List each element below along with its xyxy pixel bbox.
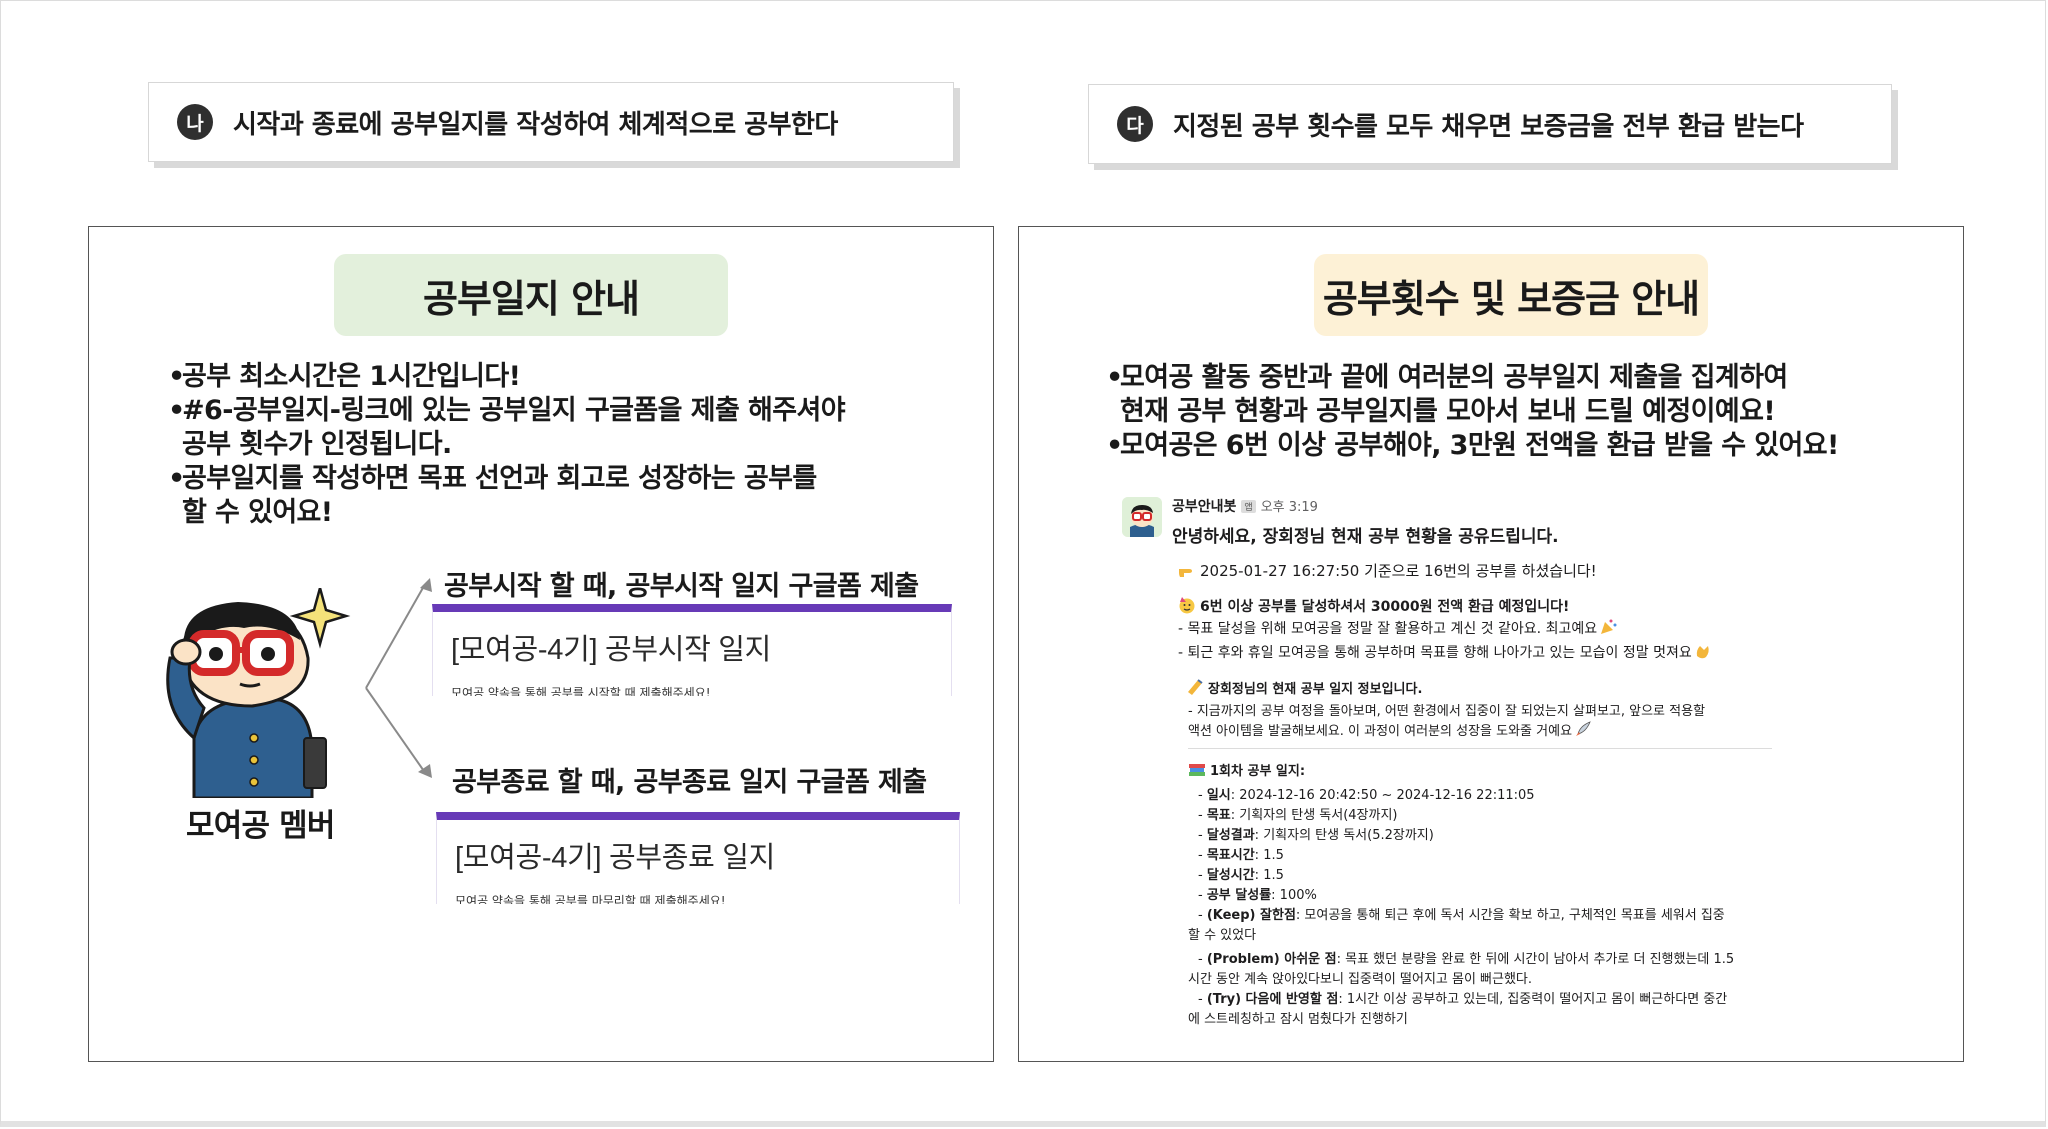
log-problem: - (Problem) 아쉬운 점: 목표 했던 분량을 완료 한 뒤에 시간이… xyxy=(1198,952,1735,967)
books-icon xyxy=(1188,760,1206,778)
log-problem-cont: 시간 동안 계속 앉아있다보니 집중력이 떨어지고 몸이 뻐근했다. xyxy=(1188,972,1533,987)
start-form-title: [모여공-4기] 공부시작 일지 xyxy=(451,634,772,666)
bullet-growth: 공부일지를 작성하면 목표 선언과 회고로 성장하는 공부를 xyxy=(168,462,845,496)
app-tag: 앱 xyxy=(1241,500,1256,513)
pointing-hand-icon xyxy=(1178,561,1196,579)
count-deposit-bullets: 모여공 활동 중반과 끝에 여러분의 공부일지 제출을 집계하여 현재 공부 현… xyxy=(1106,361,1839,463)
message-header: 공부안내봇 앱 오후 3:19 xyxy=(1172,496,1318,516)
log-title: 1회차 공부 일지: xyxy=(1188,760,1305,779)
bullet-min-time: 공부 최소시간은 1시간입니다! xyxy=(168,360,845,394)
writing-hand-icon xyxy=(1186,678,1204,696)
bullet-aggregate-cont: 현재 공부 현황과 공부일지를 모아서 보내 드릴 예정이예요! xyxy=(1120,396,1776,427)
bullet-google-form-cont: 공부 횟수가 인정됩니다. xyxy=(182,429,452,460)
count-line: 2025-01-27 16:27:50 기준으로 16번의 공부를 하셨습니다! xyxy=(1178,560,1597,581)
info-title: 장회정님의 현재 공부 일지 정보입니다. xyxy=(1186,678,1422,697)
log-date: - 일시: 2024-12-16 20:42:50 ~ 2024-12-16 2… xyxy=(1198,788,1535,803)
log-try: - (Try) 다음에 반영할 점: 1시간 이상 공부하고 있는데, 집중력이… xyxy=(1198,992,1728,1007)
log-result: - 달성결과: 기획자의 탄생 독서(5.2장까지) xyxy=(1198,828,1434,843)
rocket-icon xyxy=(1574,720,1592,738)
banner-text-na: 시작과 종료에 공부일지를 작성하여 체계적으로 공부한다 xyxy=(233,109,838,140)
study-log-title: 공부일지 안내 xyxy=(334,254,728,336)
badge-da: 다 xyxy=(1117,106,1153,142)
end-form-caption: 공부종료 할 때, 공부종료 일지 구글폼 제출 xyxy=(452,767,927,798)
bullet-aggregate: 모여공 활동 중반과 끝에 여러분의 공부일지 제출을 집계하여 xyxy=(1106,361,1839,395)
start-form-caption: 공부시작 할 때, 공부시작 일지 구글폼 제출 xyxy=(444,571,919,602)
bullet-google-form: #6-공부일지-링크에 있는 공부일지 구글폼을 제출 해주셔야 xyxy=(168,394,846,428)
log-keep-cont: 할 수 있었다 xyxy=(1188,928,1257,943)
party-face-icon xyxy=(1178,596,1196,614)
log-done-time: - 달성시간: 1.5 xyxy=(1198,868,1284,883)
start-form-card[interactable]: [모여공-4기] 공부시작 일지 모여공 약속을 통해 공부를 시작할 때 제출… xyxy=(432,604,952,696)
praise-line-2: - 퇴근 후와 휴일 모여공을 통해 공부하며 목표를 향해 나아가고 있는 모… xyxy=(1178,642,1716,662)
end-form-title: [모여공-4기] 공부종료 일지 xyxy=(455,842,776,874)
mascot-illustration xyxy=(166,588,351,798)
bullet-growth-cont: 할 수 있어요! xyxy=(182,497,333,528)
count-deposit-title: 공부횟수 및 보증금 안내 xyxy=(1314,254,1708,336)
refund-line: 6번 이상 공부를 달성하셔서 30000원 전액 환급 예정입니다! xyxy=(1178,596,1569,616)
section-banner-na: 나 시작과 종료에 공부일지를 작성하여 체계적으로 공부한다 xyxy=(148,82,954,162)
end-form-desc: 모여공 약속을 통해 공부를 마무리할 때 제출해주세요! xyxy=(455,894,726,904)
start-form-desc: 모여공 약속을 통해 공부를 시작할 때 제출해주세요! xyxy=(451,686,711,696)
member-label: 모여공 멤버 xyxy=(186,808,335,844)
section-banner-da: 다 지정된 공부 횟수를 모두 채우면 보증금을 전부 환급 받는다 xyxy=(1088,84,1892,164)
info-line-2: 액션 아이템을 발굴해보세요. 이 과정이 여러분의 성장을 도와줄 거예요 xyxy=(1188,720,1596,739)
message-time[interactable]: 오후 3:19 xyxy=(1261,500,1318,515)
message-greeting: 안녕하세요, 장회정님 현재 공부 현황을 공유드립니다. xyxy=(1172,527,1559,547)
log-keep: - (Keep) 잘한점: 모여공을 통해 퇴근 후에 독서 시간을 확보 하고… xyxy=(1198,908,1725,923)
info-line-1: - 지금까지의 공부 여정을 돌아보며, 어떤 환경에서 집중이 잘 되었는지 … xyxy=(1188,704,1706,719)
clapping-hands-icon xyxy=(1694,642,1712,660)
badge-na: 나 xyxy=(177,104,213,140)
sender-name[interactable]: 공부안내봇 xyxy=(1172,499,1236,515)
praise-line-1: - 목표 달성을 위해 모여공을 정말 잘 활용하고 계신 것 같아요. 최고예… xyxy=(1178,618,1621,638)
log-rate: - 공부 달성률: 100% xyxy=(1198,888,1317,903)
log-try-cont: 에 스트레칭하고 잠시 멈췄다가 진행하기 xyxy=(1188,1012,1408,1027)
study-log-bullets: 공부 최소시간은 1시간입니다! #6-공부일지-링크에 있는 공부일지 구글폼… xyxy=(168,360,846,530)
end-form-card[interactable]: [모여공-4기] 공부종료 일지 모여공 약속을 통해 공부를 마무리할 때 제… xyxy=(436,812,960,904)
message-divider xyxy=(1188,748,1772,749)
party-popper-icon xyxy=(1599,618,1617,636)
log-goal: - 목표: 기획자의 탄생 독서(4장까지) xyxy=(1198,808,1398,823)
bullet-refund: 모여공은 6번 이상 공부해야, 3만원 전액을 환급 받을 수 있어요! xyxy=(1106,429,1839,463)
log-goal-time: - 목표시간: 1.5 xyxy=(1198,848,1284,863)
banner-text-da: 지정된 공부 횟수를 모두 채우면 보증금을 전부 환급 받는다 xyxy=(1173,111,1804,142)
bot-avatar xyxy=(1122,497,1162,537)
